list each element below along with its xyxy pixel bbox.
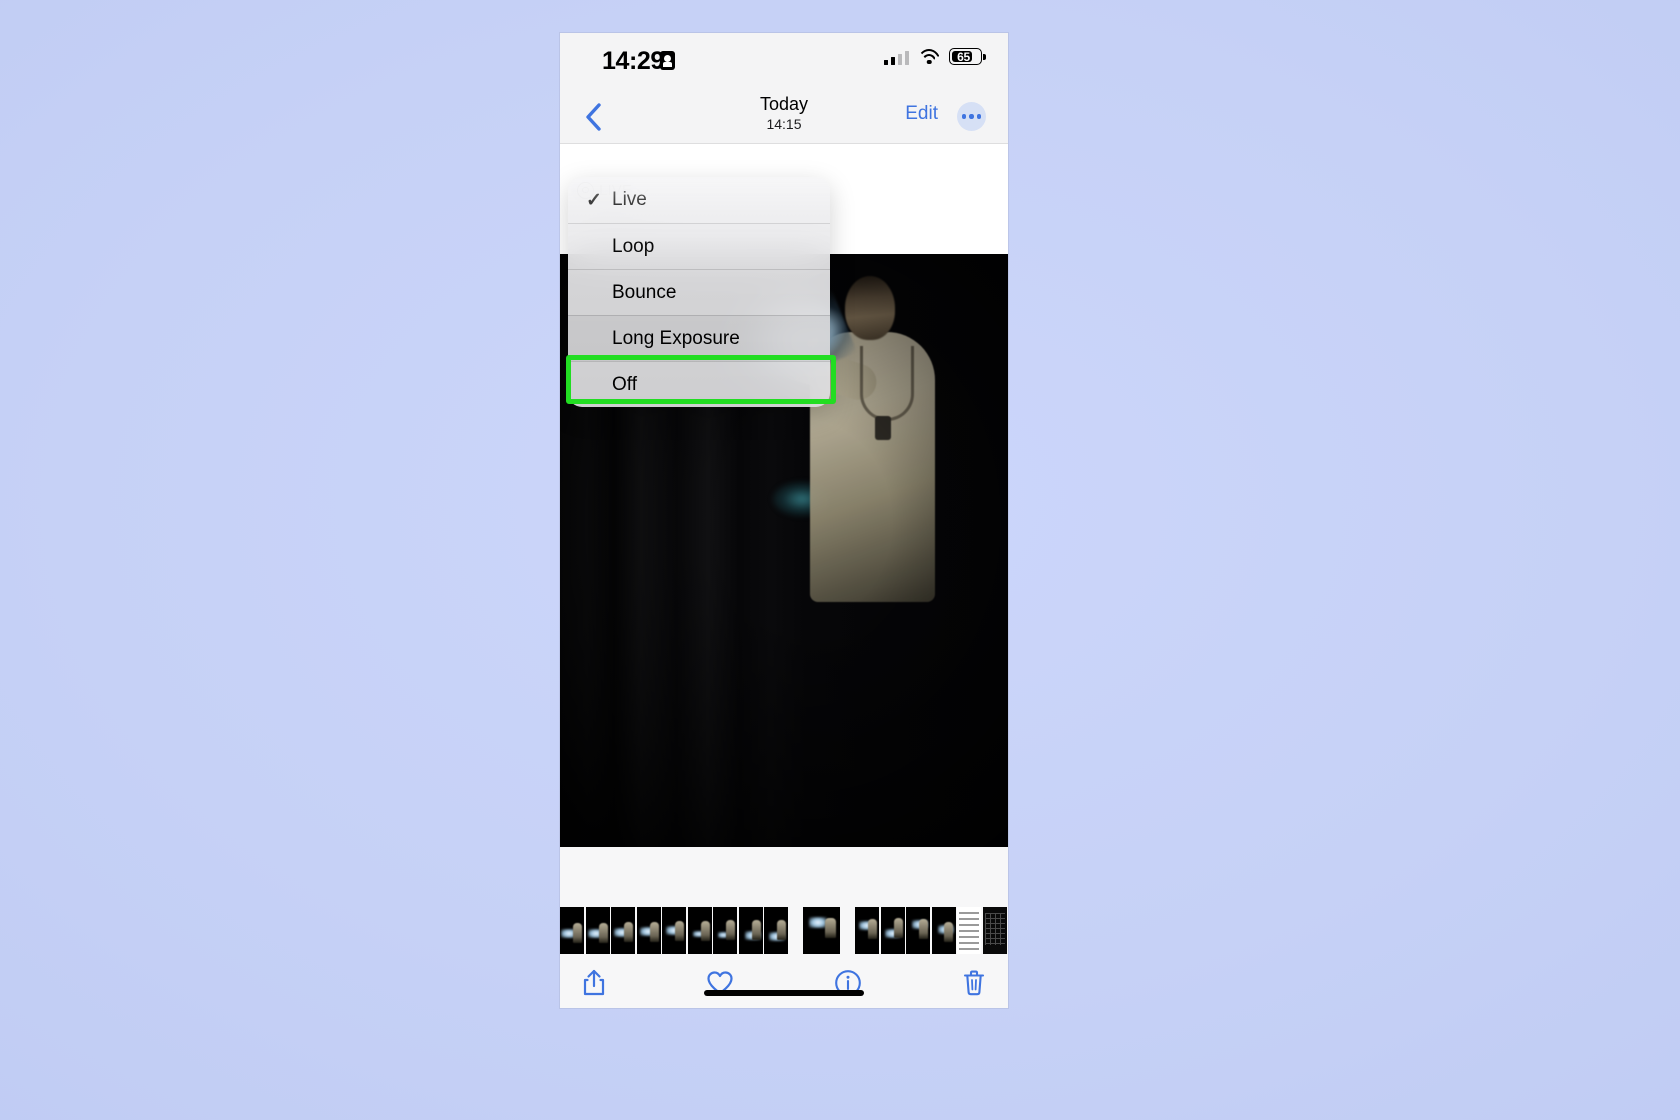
wifi-icon xyxy=(917,48,941,65)
thumbnail[interactable] xyxy=(713,907,737,954)
battery-percent: 65 xyxy=(957,49,970,64)
battery-icon: 65 xyxy=(949,48,986,65)
phone-screen: 14:29 65 Today 14:15 Edit ✓ Live Loop Bo… xyxy=(560,33,1008,1008)
nav-bar: Today 14:15 Edit xyxy=(560,89,1008,144)
thumbnail[interactable] xyxy=(957,907,981,954)
thumbnail[interactable] xyxy=(585,907,610,954)
thumbnail[interactable] xyxy=(738,907,763,954)
ellipsis-dot xyxy=(969,114,974,119)
photo-lanyard xyxy=(860,346,914,421)
status-time: 14:29 xyxy=(602,47,664,75)
edit-button[interactable]: Edit xyxy=(905,103,938,125)
photo-person-head xyxy=(845,276,895,340)
thumbnail[interactable] xyxy=(687,907,712,954)
thumbnail[interactable] xyxy=(931,907,956,954)
share-icon xyxy=(583,969,605,996)
trash-icon xyxy=(963,970,985,996)
thumbnail[interactable] xyxy=(611,907,635,954)
menu-item-live[interactable]: ✓ Live xyxy=(568,177,830,223)
delete-button[interactable] xyxy=(952,963,996,1003)
share-button[interactable] xyxy=(572,963,616,1003)
thumbnail[interactable] xyxy=(880,907,905,954)
page-subtitle: 14:15 xyxy=(766,116,802,132)
thumbnail[interactable] xyxy=(560,907,584,954)
menu-item-label: Off xyxy=(612,373,637,395)
ellipsis-dot xyxy=(976,114,981,119)
thumbnail[interactable] xyxy=(803,907,840,954)
nav-title-group: Today 14:15 xyxy=(560,93,1008,133)
filmstrip-container xyxy=(560,847,1008,957)
thumbnail[interactable] xyxy=(636,907,661,954)
photo-lanyard-tag xyxy=(875,416,891,440)
menu-item-label: Live xyxy=(612,189,647,210)
bottom-toolbar xyxy=(560,957,1008,1008)
thumbnail[interactable] xyxy=(982,907,1007,954)
menu-item-label: Loop xyxy=(612,235,655,257)
thumbnail[interactable] xyxy=(764,907,788,954)
filmstrip-separator xyxy=(841,907,854,954)
status-bar: 14:29 65 xyxy=(560,33,1008,89)
face-id-lock-icon xyxy=(660,51,675,70)
menu-item-label: Bounce xyxy=(612,281,677,303)
menu-item-long-exposure[interactable]: Long Exposure xyxy=(568,315,830,361)
photo-thumbnail-strip[interactable] xyxy=(560,907,1008,954)
live-photo-mode-menu[interactable]: ✓ Live Loop Bounce Long Exposure Off xyxy=(568,177,830,407)
menu-item-loop[interactable]: Loop xyxy=(568,223,830,269)
status-indicators: 65 xyxy=(883,48,986,65)
thumbnail[interactable] xyxy=(906,907,930,954)
thumbnail[interactable] xyxy=(855,907,879,954)
thumbnail[interactable] xyxy=(662,907,686,954)
home-indicator xyxy=(704,990,864,996)
ellipsis-dot xyxy=(962,114,967,119)
checkmark-icon: ✓ xyxy=(586,189,602,211)
more-options-button[interactable] xyxy=(957,102,986,131)
menu-item-off[interactable]: Off xyxy=(568,361,830,407)
menu-item-label: Long Exposure xyxy=(612,327,740,349)
page-title: Today xyxy=(759,94,809,114)
filmstrip-separator xyxy=(789,907,802,954)
menu-item-bounce[interactable]: Bounce xyxy=(568,269,830,315)
cellular-signal-icon xyxy=(883,48,909,65)
info-button[interactable] xyxy=(826,963,870,1003)
favorite-button[interactable] xyxy=(698,963,742,1003)
